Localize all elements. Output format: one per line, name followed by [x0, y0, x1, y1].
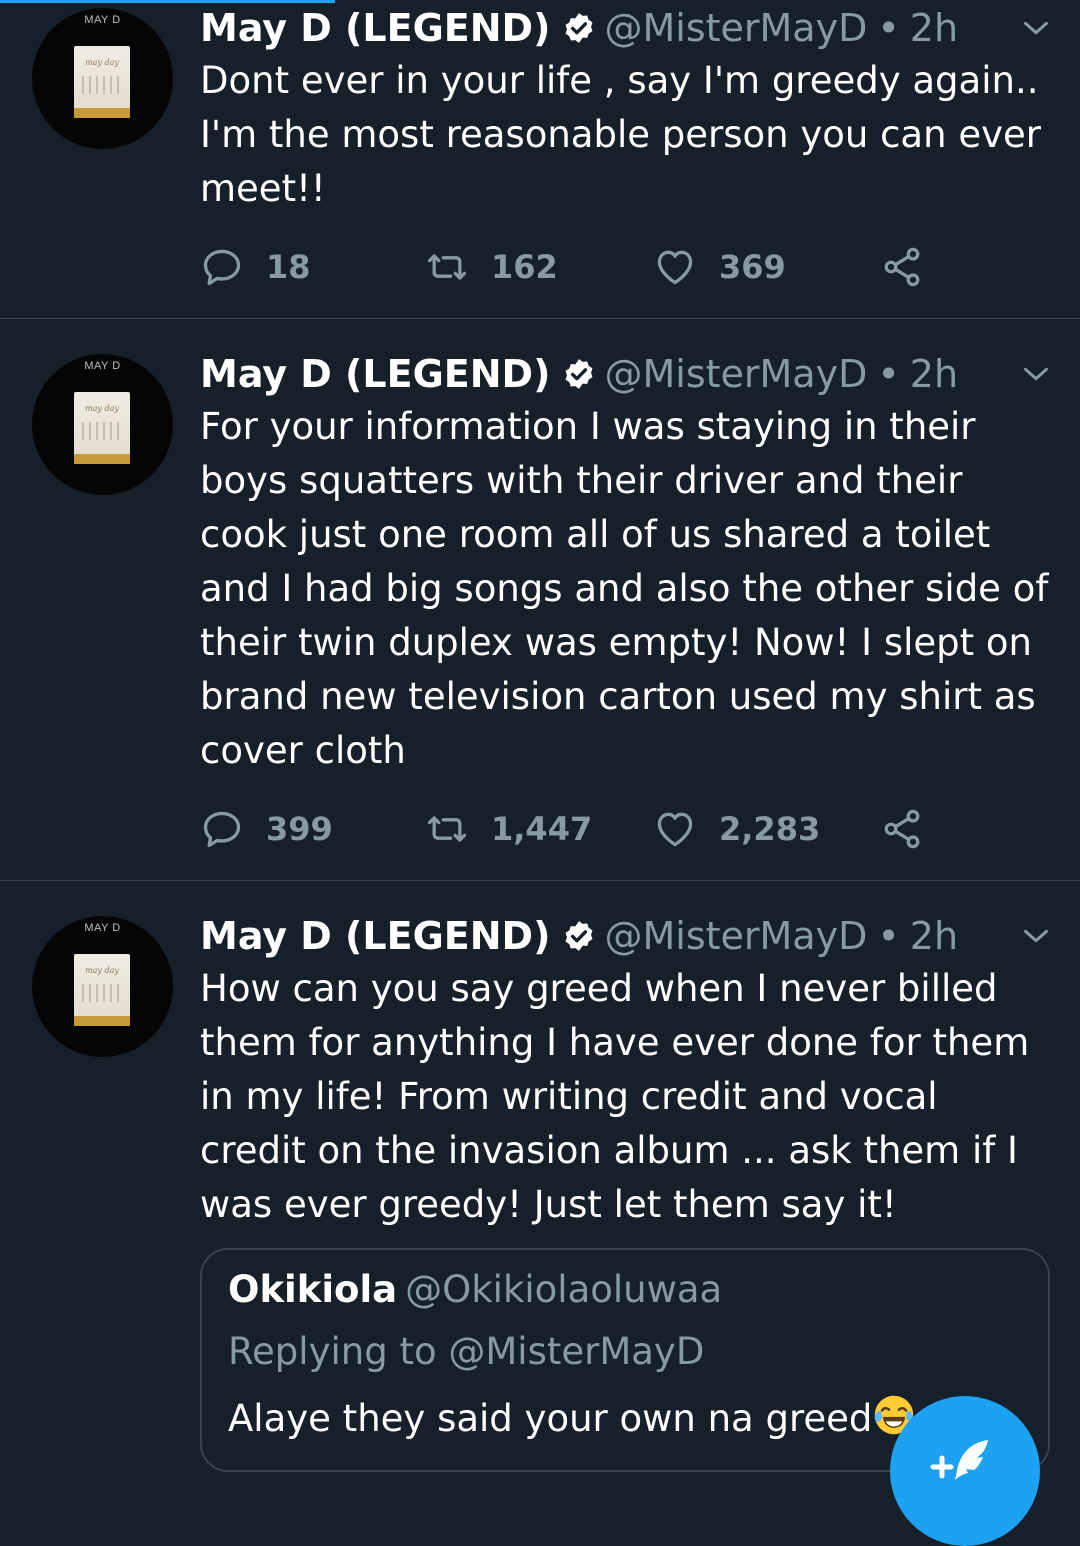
replying-to-handle[interactable]: @MisterMayD	[448, 1330, 704, 1373]
quoted-author-handle: @Okikiolaoluwaa	[405, 1268, 723, 1311]
verified-badge-icon	[566, 359, 593, 389]
album-cover-image: may day	[74, 954, 130, 1026]
retweet-button[interactable]: 1,447	[425, 804, 592, 854]
retweet-icon	[427, 816, 467, 842]
timestamp[interactable]: 2h	[910, 914, 958, 958]
quoted-author-name: Okikiola	[228, 1268, 398, 1311]
author-handle[interactable]: @MisterMayD	[604, 352, 867, 396]
tweet-divider	[0, 880, 1080, 881]
tweet-actions: 399 1,447 2,283	[200, 804, 960, 854]
reply-icon	[203, 249, 241, 286]
like-count: 369	[719, 248, 786, 286]
compose-tweet-button[interactable]	[890, 1396, 1040, 1546]
retweet-icon	[427, 254, 467, 280]
tweet-header: May D (LEGEND) @MisterMayD • 2h	[200, 0, 1020, 56]
share-icon	[884, 247, 920, 287]
separator-dot: •	[877, 352, 900, 396]
avatar-label: MAY D	[84, 922, 121, 934]
like-button[interactable]: 369	[653, 242, 786, 292]
reply-count: 18	[266, 248, 311, 286]
like-count: 2,283	[719, 810, 821, 848]
verified-badge-icon	[566, 13, 593, 43]
album-cover-image: may day	[74, 46, 130, 118]
author-name[interactable]: May D (LEGEND)	[200, 352, 550, 396]
chevron-down-icon[interactable]	[1022, 922, 1050, 950]
author-handle[interactable]: @MisterMayD	[604, 6, 867, 50]
tweet-text: For your information I was staying in th…	[200, 405, 1049, 772]
retweet-button[interactable]: 162	[425, 242, 558, 292]
share-button[interactable]	[880, 804, 924, 854]
like-button[interactable]: 2,283	[653, 804, 820, 854]
author-handle[interactable]: @MisterMayD	[604, 914, 867, 958]
author-name[interactable]: May D (LEGEND)	[200, 6, 550, 50]
retweet-count: 162	[491, 248, 558, 286]
tweet-header: May D (LEGEND) @MisterMayD • 2h	[200, 346, 1020, 402]
timestamp[interactable]: 2h	[910, 352, 958, 396]
album-script-text: may day	[85, 966, 119, 975]
quoted-tweet-text: Alaye they said your own na greed	[228, 1393, 916, 1440]
avatar-label: MAY D	[84, 360, 121, 372]
album-script-text: may day	[85, 404, 119, 413]
separator-dot: •	[877, 6, 900, 50]
reply-icon	[203, 811, 241, 848]
avatar-label: MAY D	[84, 14, 121, 26]
tweet-actions: 18 162 369	[200, 242, 960, 292]
separator-dot: •	[877, 914, 900, 958]
tweet-text: How can you say greed when I never bille…	[200, 967, 1030, 1226]
timestamp[interactable]: 2h	[910, 6, 958, 50]
avatar[interactable]: MAY D may day	[32, 354, 173, 495]
chevron-down-icon[interactable]	[1022, 14, 1050, 42]
verified-badge-icon	[566, 921, 593, 951]
reply-count: 399	[266, 810, 333, 848]
tweet[interactable]: MAY D may day May D (LEGEND) @MisterMayD…	[0, 346, 1080, 880]
album-cover-image: may day	[74, 392, 130, 464]
album-script-text: may day	[85, 58, 119, 67]
tweet[interactable]: MAY D may day May D (LEGEND) @MisterMayD…	[0, 0, 1080, 319]
author-name[interactable]: May D (LEGEND)	[200, 914, 550, 958]
tweet-header: May D (LEGEND) @MisterMayD • 2h	[200, 908, 1020, 964]
share-button[interactable]	[880, 242, 924, 292]
reply-button[interactable]: 399	[200, 804, 333, 854]
chevron-down-icon[interactable]	[1022, 360, 1050, 388]
avatar[interactable]: MAY D may day	[32, 8, 173, 149]
share-icon	[884, 809, 920, 849]
quoted-tweet-header: Okikiola @Okikiolaoluwaa	[228, 1268, 722, 1311]
reply-button[interactable]: 18	[200, 242, 311, 292]
replying-to: Replying to @MisterMayD	[228, 1330, 705, 1373]
avatar[interactable]: MAY D may day	[32, 916, 173, 1057]
tweet-text: Dont ever in your life , say I'm greedy …	[200, 59, 1041, 210]
heart-icon	[657, 250, 693, 285]
retweet-count: 1,447	[491, 810, 593, 848]
heart-icon	[657, 812, 693, 847]
